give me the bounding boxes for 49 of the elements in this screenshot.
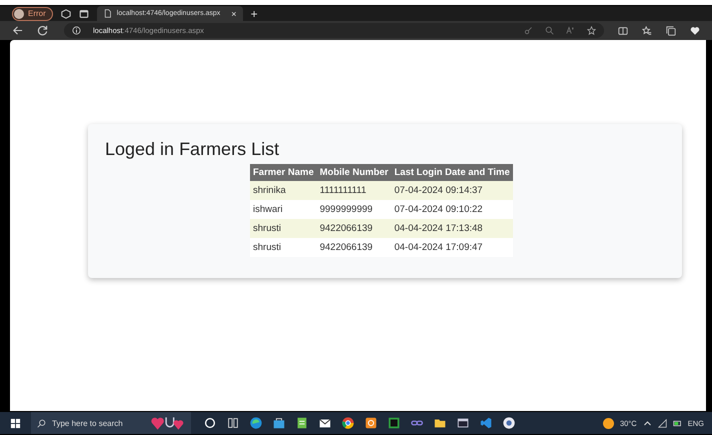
zoom-icon[interactable] xyxy=(545,26,554,35)
weather-icon xyxy=(602,418,614,428)
rounded-square-app-icon[interactable] xyxy=(364,416,378,430)
table-cell: 9422066139 xyxy=(316,238,392,257)
table-cell: 04-04-2024 17:09:47 xyxy=(391,238,513,257)
profile-button[interactable]: Error xyxy=(12,6,53,20)
favorites-icon[interactable] xyxy=(642,26,652,36)
column-header: Last Login Date and Time xyxy=(391,164,513,181)
table-cell: shrusti xyxy=(250,219,317,238)
split-screen-icon[interactable] xyxy=(618,26,628,36)
table-cell: 1111111111 xyxy=(316,181,392,200)
info-icon xyxy=(72,26,81,35)
column-header: Farmer Name xyxy=(250,164,317,181)
network-icon[interactable] xyxy=(658,418,667,428)
heart-icon[interactable] xyxy=(690,26,700,36)
search-icon xyxy=(37,418,46,428)
round-app-icon[interactable] xyxy=(502,416,516,430)
avatar-icon xyxy=(14,8,24,18)
page-title: Loged in Farmers List xyxy=(105,138,280,160)
column-header: Mobile Number xyxy=(316,164,392,181)
back-icon[interactable] xyxy=(12,25,23,36)
table-cell: 04-04-2024 17:13:48 xyxy=(391,219,513,238)
cube-icon[interactable] xyxy=(60,8,71,18)
table-cell: shrusti xyxy=(250,238,317,257)
star-icon[interactable] xyxy=(587,26,596,35)
page-icon xyxy=(102,9,112,18)
terminal-app-icon[interactable] xyxy=(387,416,401,430)
chevron-up-icon[interactable] xyxy=(642,418,652,428)
tabs-icon[interactable] xyxy=(78,8,89,18)
new-tab-button[interactable]: + xyxy=(250,6,258,20)
hearts-drawing xyxy=(151,415,185,431)
close-tab-button[interactable]: × xyxy=(225,8,237,18)
refresh-icon[interactable] xyxy=(37,25,48,36)
search-field[interactable]: Type here to search xyxy=(31,412,191,434)
table-cell: 9422066139 xyxy=(316,219,392,238)
table-cell: 07-04-2024 09:10:22 xyxy=(391,200,513,219)
windows-start-icon[interactable] xyxy=(10,418,21,428)
store-icon[interactable] xyxy=(272,416,286,430)
task-view-icon[interactable] xyxy=(226,416,240,430)
chrome-icon[interactable] xyxy=(341,416,355,430)
battery-icon[interactable] xyxy=(672,418,682,428)
read-aloud-icon[interactable] xyxy=(566,26,575,35)
window-app-icon[interactable] xyxy=(456,416,470,430)
table-cell: 9999999999 xyxy=(316,200,392,219)
table-cell: shrinika xyxy=(250,181,317,200)
table-cell: 07-04-2024 09:14:37 xyxy=(391,181,513,200)
notepad-icon[interactable] xyxy=(295,416,309,430)
collections-icon[interactable] xyxy=(666,26,676,36)
table-cell: ishwari xyxy=(250,200,317,219)
